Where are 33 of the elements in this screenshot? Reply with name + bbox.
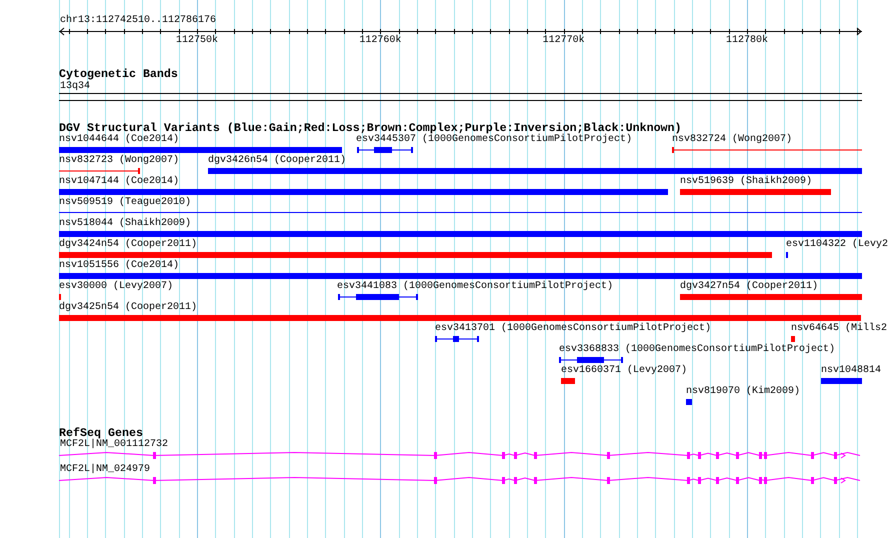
tick-label: 112770k — [542, 35, 585, 47]
variant-label: esv3441083 (1000GenomesConsortiumPilotProject) — [337, 281, 614, 293]
variant-label: nsv1048814 — [821, 365, 882, 377]
variant-label: esv3368833 (1000GenomesConsortiumPilotProject) — [559, 344, 836, 356]
variant-label: esv1660371 (Levy2007) — [561, 365, 688, 377]
variant-label: esv3413701 (1000GenomesConsortiumPilotProject) — [435, 323, 712, 335]
tick-label: 112760k — [359, 35, 402, 47]
variant-label: esv1104322 (Levy2 — [786, 239, 888, 251]
variant-label: dgv3425n54 (Cooper2011) — [59, 302, 198, 314]
track-title: DGV Structural Variants (Blue:Gain;Red:Loss;Brown:Complex;Purple:Inversion;Black:Unknown) — [59, 121, 682, 135]
track-title: RefSeq Genes — [59, 426, 143, 440]
variant-label: dgv3424n54 (Cooper2011) — [59, 239, 198, 251]
variant-label: nsv509519 (Teague2010) — [59, 197, 192, 209]
gene-label: MCF2L|NM_024979 — [60, 464, 150, 476]
tick-label: 112750k — [176, 35, 218, 47]
variant-label: nsv518044 (Shaikh2009) — [59, 218, 192, 230]
variant-label: nsv832724 (Wong2007) — [672, 134, 792, 146]
variant-label: dgv3427n54 (Cooper2011) — [680, 281, 818, 293]
variant-label: nsv64645 (Mills2 — [791, 323, 888, 335]
track-title: Cytogenetic Bands — [59, 67, 178, 81]
variant-label: nsv819070 (Kim2009) — [686, 386, 800, 398]
variant-label: dgv3426n54 (Cooper2011) — [208, 155, 346, 167]
ruler-label: chr13:112742510..112786176 — [60, 15, 216, 27]
variant-label: nsv1047144 (Coe2014) — [59, 176, 180, 188]
gene-label: MCF2L|NM_001112732 — [60, 439, 168, 451]
band-label: 13q34 — [60, 81, 90, 93]
variant-label: nsv832723 (Wong2007) — [59, 155, 180, 167]
variant-label: nsv1044644 (Coe2014) — [59, 134, 180, 146]
variant-label: esv3445307 (1000GenomesConsortiumPilotProject) — [356, 134, 632, 146]
variant-label: nsv1051556 (Coe2014) — [59, 260, 180, 272]
tick-label: 112780k — [726, 35, 768, 47]
variant-label: nsv519639 (Shaikh2009) — [680, 176, 812, 188]
variant-label: esv30000 (Levy2007) — [59, 281, 174, 293]
